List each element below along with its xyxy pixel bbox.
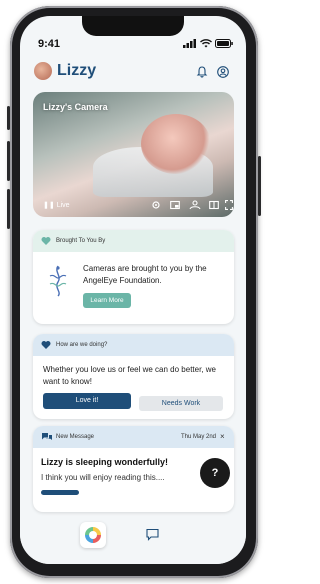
app-screen: 9:41 Lizzy Lizzy's Camera ❚❚ Live Brough… xyxy=(20,16,246,564)
message-header-label: New Message xyxy=(56,434,95,440)
pip-icon[interactable] xyxy=(170,200,180,210)
layout-icon[interactable] xyxy=(209,200,219,210)
feedback-header-label: How are we doing? xyxy=(56,342,108,348)
sponsor-card: Brought To You By Cameras are brought to… xyxy=(33,230,234,324)
message-title: Lizzy is sleeping wonderfully! xyxy=(41,457,169,467)
message-card-header: New Message Thu May 2nd × xyxy=(33,426,234,448)
camera-controls: ❚❚ Live xyxy=(33,193,234,217)
camera-feed[interactable]: Lizzy's Camera ❚❚ Live xyxy=(33,92,234,217)
camera-title: Lizzy's Camera xyxy=(43,102,108,112)
profile-icon[interactable] xyxy=(217,66,229,78)
sponsor-header-label: Brought To You By xyxy=(56,238,106,244)
feedback-card: How are we doing? Whether you love us or… xyxy=(33,334,234,419)
page-title: Lizzy xyxy=(57,62,97,79)
volume-up-button xyxy=(7,141,10,181)
camera-image-baby xyxy=(141,114,211,174)
battery-icon xyxy=(215,39,233,48)
fullscreen-icon[interactable] xyxy=(225,200,233,210)
signal-icon xyxy=(183,39,196,48)
home-logo xyxy=(85,527,101,543)
learn-more-button[interactable]: Learn More xyxy=(83,293,131,308)
feedback-card-header: How are we doing? xyxy=(33,334,234,356)
power-button xyxy=(258,156,261,216)
app-header: Lizzy xyxy=(20,56,246,88)
angeleye-logo xyxy=(49,265,67,297)
live-label: Live xyxy=(56,202,70,209)
mute-switch xyxy=(7,106,10,130)
sponsor-text: Cameras are brought to you by the AngelE… xyxy=(83,264,207,285)
share-icon[interactable] xyxy=(189,200,201,210)
live-indicator[interactable]: ❚❚ Live xyxy=(43,201,70,209)
sponsor-card-header: Brought To You By xyxy=(33,230,234,252)
volume-down-button xyxy=(7,189,10,229)
message-date: Thu May 2nd xyxy=(181,434,217,440)
status-bar: 9:41 xyxy=(20,38,246,52)
wifi-icon xyxy=(200,39,212,48)
close-icon[interactable]: × xyxy=(220,432,225,441)
avatar[interactable] xyxy=(34,62,52,80)
chat-icon[interactable] xyxy=(146,528,159,541)
love-it-button[interactable]: Love it! xyxy=(43,393,131,409)
chat-icon xyxy=(42,433,52,440)
settings-icon[interactable] xyxy=(151,200,161,210)
bell-icon[interactable] xyxy=(196,66,208,78)
feedback-text: Whether you love us or feel we can do be… xyxy=(43,365,216,386)
needs-work-button[interactable]: Needs Work xyxy=(139,396,223,411)
bottom-nav xyxy=(20,516,246,564)
message-body: I think you will enjoy reading this.... xyxy=(41,473,165,482)
heart-icon xyxy=(41,237,51,245)
help-button[interactable]: ? xyxy=(200,458,230,488)
heart-icon xyxy=(41,341,51,349)
notch xyxy=(82,16,184,36)
read-more-bar[interactable] xyxy=(41,490,79,495)
status-time: 9:41 xyxy=(38,38,61,50)
home-icon[interactable] xyxy=(80,522,106,548)
